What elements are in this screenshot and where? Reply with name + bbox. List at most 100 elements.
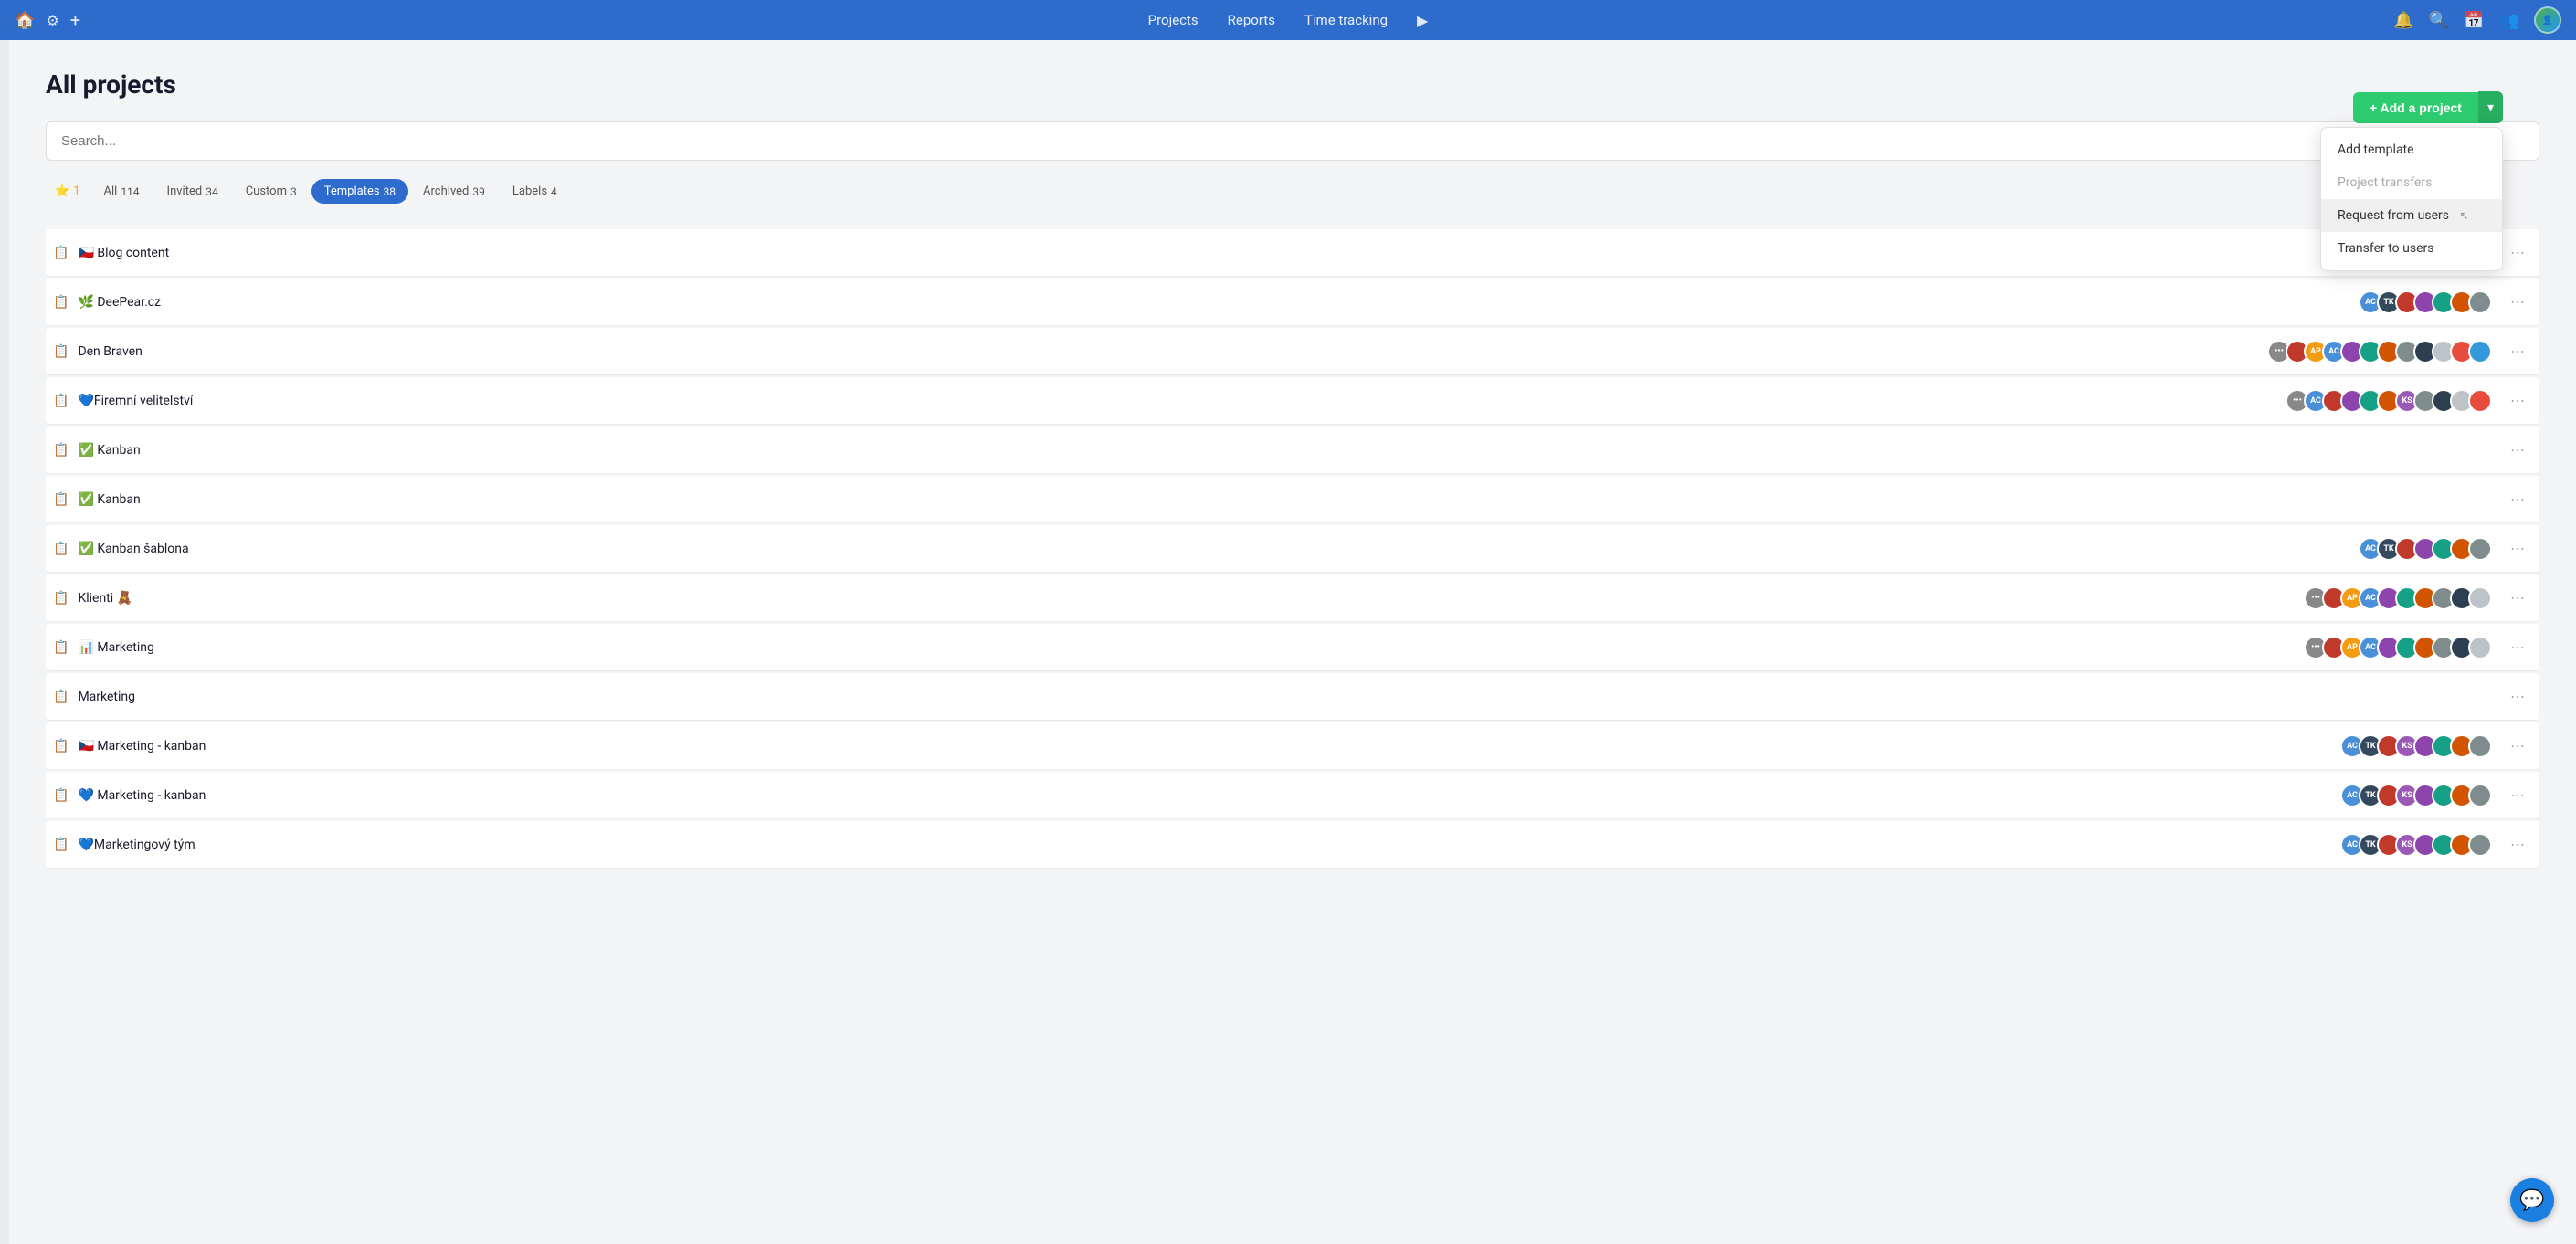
home-icon[interactable]: 🏠 xyxy=(15,11,35,30)
page-title: All projects xyxy=(46,69,2539,100)
calendar-icon[interactable]: 📅 xyxy=(2464,11,2484,30)
project-doc-icon: 📋 xyxy=(53,690,69,704)
gear-icon[interactable]: ⚙ xyxy=(46,12,58,29)
add-project-container: + Add a project ▾ Add template Project t… xyxy=(2353,91,2503,123)
table-row[interactable]: 📋 🇨🇿 Blog content ⋯ xyxy=(46,229,2539,277)
table-row[interactable]: 📋 💙 Marketing - kanban AC TK KS ⋯ xyxy=(46,772,2539,819)
search-input[interactable] xyxy=(46,121,2539,161)
tab-invited-label: Invited xyxy=(167,184,203,198)
project-avatars: AC TK KS xyxy=(2340,784,2492,807)
tab-all[interactable]: All 114 xyxy=(91,179,153,204)
tab-archived[interactable]: Archived 39 xyxy=(410,179,498,204)
nav-left: 🏠 ⚙ + xyxy=(15,9,80,31)
dropdown-transfer-to-users[interactable]: Transfer to users xyxy=(2321,232,2502,265)
nav-reports[interactable]: Reports xyxy=(1228,12,1275,28)
dropdown-request-from-users[interactable]: Request from users ↖ xyxy=(2321,199,2502,232)
project-name: 🇨🇿 Blog content xyxy=(78,246,2492,260)
project-menu-button[interactable]: ⋯ xyxy=(2503,487,2532,511)
project-menu-button[interactable]: ⋯ xyxy=(2503,684,2532,709)
project-doc-icon: 📋 xyxy=(53,591,69,606)
project-menu-button[interactable]: ⋯ xyxy=(2503,290,2532,314)
project-name: Klienti 🧸 xyxy=(78,591,2304,606)
project-doc-icon: 📋 xyxy=(53,788,69,803)
table-row[interactable]: 📋 💙Marketingový tým AC TK KS ⋯ xyxy=(46,821,2539,869)
project-menu-button[interactable]: ⋯ xyxy=(2503,339,2532,364)
chat-button[interactable]: 💬 xyxy=(2510,1178,2554,1222)
table-row[interactable]: 📋 ✅ Kanban ⋯ xyxy=(46,476,2539,523)
star-count: 1 xyxy=(73,184,79,198)
dropdown-add-template[interactable]: Add template xyxy=(2321,133,2502,166)
project-menu-button[interactable]: ⋯ xyxy=(2503,240,2532,265)
nav-time-tracking[interactable]: Time tracking xyxy=(1304,12,1388,28)
nav-center: Projects Reports Time tracking ▶ xyxy=(1148,12,1429,29)
table-row[interactable]: 📋 🇨🇿 Marketing - kanban AC TK KS ⋯ xyxy=(46,722,2539,770)
avatar xyxy=(2468,833,2492,857)
filter-tabs: ⭐ 1 All 114 Invited 34 Custom 3 Template… xyxy=(46,179,2539,204)
table-row[interactable]: 📋 📊 Marketing ••• AP AC ⋯ xyxy=(46,624,2539,671)
project-doc-icon: 📋 xyxy=(53,838,69,852)
project-name: 🇨🇿 Marketing - kanban xyxy=(78,739,2340,754)
avatar xyxy=(2468,734,2492,758)
star-icon: ⭐ xyxy=(55,184,69,198)
table-row[interactable]: 📋 🌿 DeePear.cz AC TK ⋯ xyxy=(46,279,2539,326)
user-avatar[interactable]: 👤 xyxy=(2534,6,2561,34)
project-doc-icon: 📋 xyxy=(53,640,69,655)
tab-templates[interactable]: Templates 38 xyxy=(311,179,408,204)
table-row[interactable]: 📋 Marketing ⋯ xyxy=(46,673,2539,721)
sidebar: Help xyxy=(0,40,9,1244)
tab-archived-label: Archived xyxy=(423,184,469,198)
tab-custom[interactable]: Custom 3 xyxy=(233,179,310,204)
bell-icon[interactable]: 🔔 xyxy=(2393,11,2413,30)
project-doc-icon: 📋 xyxy=(53,492,69,507)
project-avatars: ••• AP AC xyxy=(2304,636,2492,659)
main-content: All projects ⭐ 1 All 114 Invited 34 Cust… xyxy=(9,40,2576,1244)
cursor-icon: ↖ xyxy=(2459,209,2468,222)
search-icon[interactable]: 🔍 xyxy=(2429,11,2449,30)
project-name: ✅ Kanban xyxy=(78,492,2492,507)
project-name: ✅ Kanban šablona xyxy=(78,542,2359,556)
project-menu-button[interactable]: ⋯ xyxy=(2503,536,2532,561)
table-row[interactable]: 📋 Klienti 🧸 ••• AP AC ⋯ xyxy=(46,575,2539,622)
nav-projects[interactable]: Projects xyxy=(1148,12,1198,28)
table-row[interactable]: 📋 ✅ Kanban ⋯ xyxy=(46,427,2539,474)
project-name: 💙Firemní velitelství xyxy=(78,394,2286,408)
project-menu-button[interactable]: ⋯ xyxy=(2503,438,2532,462)
avatar xyxy=(2468,636,2492,659)
tab-custom-count: 3 xyxy=(290,185,297,198)
project-avatars: AC TK xyxy=(2359,537,2492,561)
tab-custom-label: Custom xyxy=(246,184,287,198)
add-project-dropdown-trigger[interactable]: ▾ xyxy=(2478,91,2503,123)
project-doc-icon: 📋 xyxy=(53,295,69,310)
project-menu-button[interactable]: ⋯ xyxy=(2503,783,2532,807)
tab-templates-count: 38 xyxy=(384,185,396,198)
project-avatars: ••• AC KS xyxy=(2286,389,2492,413)
project-name: 💙 Marketing - kanban xyxy=(78,788,2340,803)
project-menu-button[interactable]: ⋯ xyxy=(2503,832,2532,857)
users-icon[interactable]: 👥 xyxy=(2499,11,2519,30)
tab-invited[interactable]: Invited 34 xyxy=(154,179,231,204)
avatar xyxy=(2468,389,2492,413)
tab-all-count: 114 xyxy=(121,185,139,198)
tab-archived-count: 39 xyxy=(472,185,485,198)
tab-templates-label: Templates xyxy=(324,184,380,198)
project-name: 🌿 DeePear.cz xyxy=(78,295,2359,310)
project-menu-button[interactable]: ⋯ xyxy=(2503,388,2532,413)
avatar xyxy=(2468,537,2492,561)
tab-labels[interactable]: Labels 4 xyxy=(500,179,570,204)
add-icon[interactable]: + xyxy=(70,9,80,31)
tab-starred[interactable]: ⭐ 1 xyxy=(46,179,90,204)
nav-right: 🔔 🔍 📅 👥 👤 xyxy=(2393,6,2561,34)
project-avatars: AC TK KS xyxy=(2340,833,2492,857)
project-doc-icon: 📋 xyxy=(53,246,69,260)
project-menu-button[interactable]: ⋯ xyxy=(2503,635,2532,659)
table-row[interactable]: 📋 Den Braven ••• AP AC xyxy=(46,328,2539,375)
project-avatars: AC TK xyxy=(2359,290,2492,314)
add-project-button[interactable]: + Add a project xyxy=(2353,92,2478,123)
project-menu-button[interactable]: ⋯ xyxy=(2503,585,2532,610)
table-row[interactable]: 📋 💙Firemní velitelství ••• AC KS xyxy=(46,377,2539,425)
top-navigation: 🏠 ⚙ + Projects Reports Time tracking ▶ 🔔… xyxy=(0,0,2576,40)
table-row[interactable]: 📋 ✅ Kanban šablona AC TK ⋯ xyxy=(46,525,2539,573)
play-icon[interactable]: ▶ xyxy=(1417,12,1428,29)
project-avatars: AC TK KS xyxy=(2340,734,2492,758)
project-menu-button[interactable]: ⋯ xyxy=(2503,733,2532,758)
